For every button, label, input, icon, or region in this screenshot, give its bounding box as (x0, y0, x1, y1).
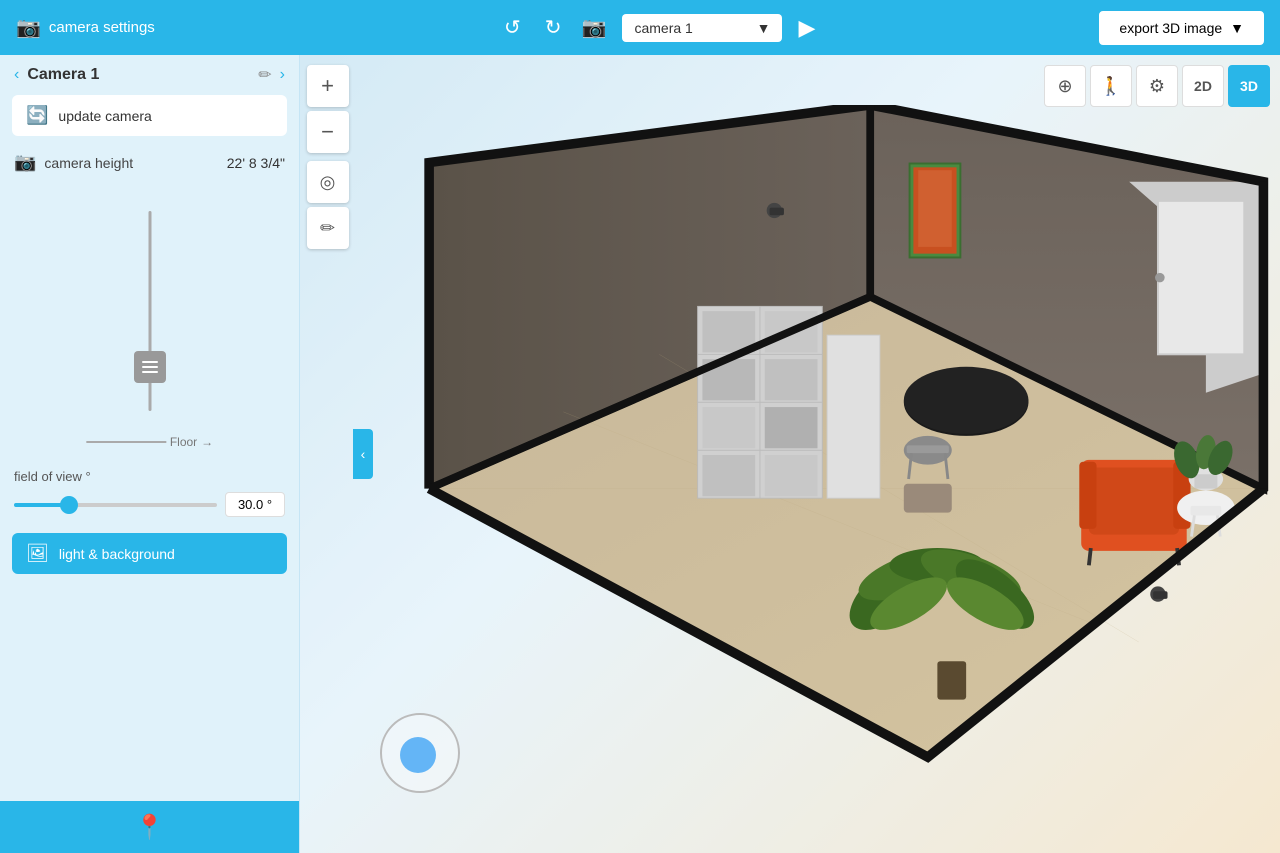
refresh-icon: 🔄 (26, 105, 48, 126)
top-bar-center: ↺ ↻ 📷 camera 1 ▼ ▶ (228, 11, 1087, 44)
camera-height-label: camera height (44, 155, 218, 171)
add-camera-button[interactable]: 📷 (582, 15, 607, 40)
light-background-button[interactable]: 🖼 light & background (12, 533, 287, 574)
camera-next-button[interactable]: › (280, 66, 285, 84)
zoom-in-button[interactable]: + (307, 65, 349, 107)
panel-collapse-toggle[interactable]: ‹ (353, 429, 373, 479)
pin-icon[interactable]: 📍 (135, 813, 165, 842)
camera-nav: ‹ Camera 1 ✏ › (0, 55, 299, 95)
camera-prev-button[interactable]: ‹ (14, 66, 19, 84)
settings-view-button[interactable]: ⚙ (1136, 65, 1178, 107)
camera-height-row: 📷 camera height 22' 8 3/4" (0, 144, 299, 181)
camera-icon-top: 📷 (16, 15, 41, 40)
export-label: export 3D image (1119, 20, 1222, 36)
main-layout: ‹ Camera 1 ✏ › 🔄 update camera 📷 camera … (0, 55, 1280, 853)
floor-line-left (86, 441, 166, 443)
floor-label: Floor (170, 435, 197, 449)
floor-label-area: Floor → (86, 435, 213, 449)
viewport: + − ◎ ✏ ‹ ⊕ 🚶 ⚙ 2D 3D (300, 55, 1280, 853)
play-button[interactable]: ▶ (798, 15, 815, 41)
zoom-toolbar: + − ◎ ✏ (300, 55, 355, 853)
update-camera-button[interactable]: 🔄 update camera (12, 95, 287, 136)
top-bar-left: 📷 camera settings (16, 15, 216, 40)
settings-icon: ⚙ (1149, 76, 1165, 97)
room-svg (355, 105, 1280, 853)
fov-section: field of view ° 30.0 ° (0, 461, 299, 525)
camera-edit-icon[interactable]: ✏ (258, 65, 271, 85)
export-chevron-icon: ▼ (1230, 20, 1244, 36)
locate-button[interactable]: ◎ (307, 161, 349, 203)
bottom-pin-area: 📍 (0, 801, 299, 853)
fov-slider[interactable] (14, 503, 217, 507)
room-render (355, 105, 1280, 853)
crosshair-icon: ◎ (320, 172, 336, 193)
thumb-grip (142, 361, 158, 373)
chevron-left-icon: ‹ (361, 446, 366, 462)
light-background-label: light & background (59, 546, 175, 562)
vertical-slider-thumb[interactable] (134, 351, 166, 383)
pen-icon: ✏ (320, 218, 335, 239)
update-camera-label: update camera (58, 108, 151, 124)
floor-arrow-icon: → (201, 435, 213, 449)
3d-view-button[interactable]: 3D (1228, 65, 1270, 107)
walk-icon: 🚶 (1100, 76, 1122, 97)
camera-dropdown[interactable]: camera 1 ▼ (622, 14, 782, 42)
chevron-down-icon: ▼ (757, 20, 771, 36)
top-bar: 📷 camera settings ↺ ↻ 📷 camera 1 ▼ ▶ exp… (0, 0, 1280, 55)
compass-indicator (380, 713, 460, 793)
fov-value: 30.0 ° (225, 492, 285, 517)
camera-height-slider-area: Floor → (0, 181, 299, 461)
zoom-out-button[interactable]: − (307, 111, 349, 153)
2d-view-button[interactable]: 2D (1182, 65, 1224, 107)
camera-height-value: 22' 8 3/4" (227, 155, 285, 171)
orbit-icon: ⊕ (1057, 76, 1072, 97)
walk-view-button[interactable]: 🚶 (1090, 65, 1132, 107)
pen-button[interactable]: ✏ (307, 207, 349, 249)
camera-name: Camera 1 (27, 66, 250, 84)
orbit-view-button[interactable]: ⊕ (1044, 65, 1086, 107)
fov-row: 30.0 ° (14, 492, 285, 517)
export-button[interactable]: export 3D image ▼ (1099, 11, 1264, 45)
undo-button[interactable]: ↺ (500, 11, 525, 44)
camera-dropdown-value: camera 1 (634, 20, 692, 36)
left-panel: ‹ Camera 1 ✏ › 🔄 update camera 📷 camera … (0, 55, 300, 853)
redo-button[interactable]: ↻ (541, 11, 566, 44)
top-bar-right: export 3D image ▼ (1099, 11, 1264, 45)
image-icon: 🖼 (26, 543, 49, 564)
view-controls: ⊕ 🚶 ⚙ 2D 3D (1044, 65, 1270, 107)
camera-settings-title: camera settings (49, 19, 155, 36)
camera-height-icon: 📷 (14, 152, 36, 173)
camera-add-icon: 📷 (582, 17, 607, 39)
fov-label: field of view ° (14, 469, 285, 484)
